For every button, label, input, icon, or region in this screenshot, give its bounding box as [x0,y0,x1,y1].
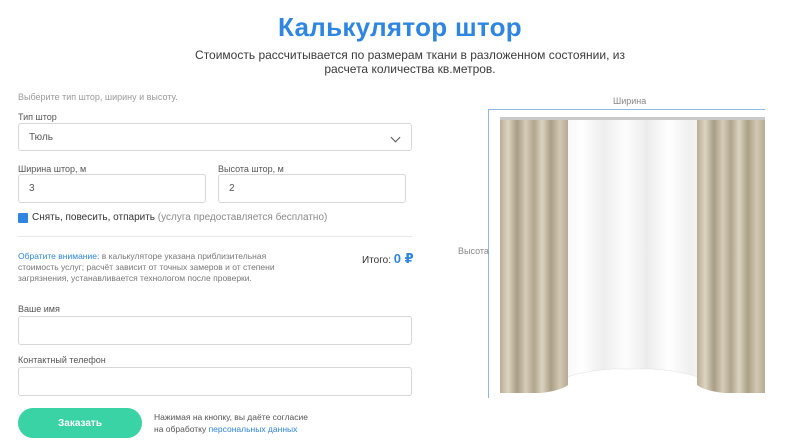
height-dimension-label: Высота [458,246,489,256]
page-subtitle: Стоимость рассчитывается по размерам тка… [195,48,625,76]
curtain-image [500,117,765,393]
height-input[interactable]: 2 [218,174,406,203]
privacy-link[interactable]: персональных данных [209,424,298,434]
width-dimension-label: Ширина [613,96,647,106]
service-label: Снять, повесить, отпарить [32,212,156,223]
phone-label: Контактный телефон [18,355,106,365]
height-input-value: 2 [229,183,235,194]
order-button[interactable]: Заказать [18,408,142,438]
type-select-value: Тюль [29,131,53,143]
consent-line-2: на обработку персональных данных [154,423,308,435]
form-hint: Выберите тип штор, ширину и высоту. [18,92,178,102]
service-note: (услуга предоставляется бесплатно) [157,212,328,223]
service-checkbox-label[interactable]: Снять, повесить, отпарить (услуга предос… [32,212,327,223]
phone-input[interactable] [18,367,412,396]
type-label: Тип штор [18,112,57,122]
name-input[interactable] [18,316,412,345]
price-note: Обратите внимание: в калькуляторе указан… [18,251,308,284]
consent-text: Нажимая на кнопку, вы даёте согласие на … [154,411,308,435]
total-value: 0 ₽ [393,251,414,266]
type-select[interactable]: Тюль [18,123,412,151]
consent-prefix: на обработку [154,424,207,434]
width-dimension-line [488,109,765,110]
divider [18,236,412,237]
width-input-value: 3 [29,183,35,194]
service-checkbox[interactable] [18,213,28,223]
total-label: Итого: [362,255,391,266]
width-label: Ширина штор, м [18,164,87,174]
total: Итого: 0 ₽ [362,251,414,267]
page-title: Калькулятор штор [278,12,522,42]
name-label: Ваше имя [18,304,60,314]
chevron-down-icon [390,132,401,143]
price-note-accent: Обратите внимание: [18,251,100,261]
width-input[interactable]: 3 [18,174,206,203]
consent-line-1: Нажимая на кнопку, вы даёте согласие [154,412,308,422]
height-label: Высота штор, м [218,164,284,174]
